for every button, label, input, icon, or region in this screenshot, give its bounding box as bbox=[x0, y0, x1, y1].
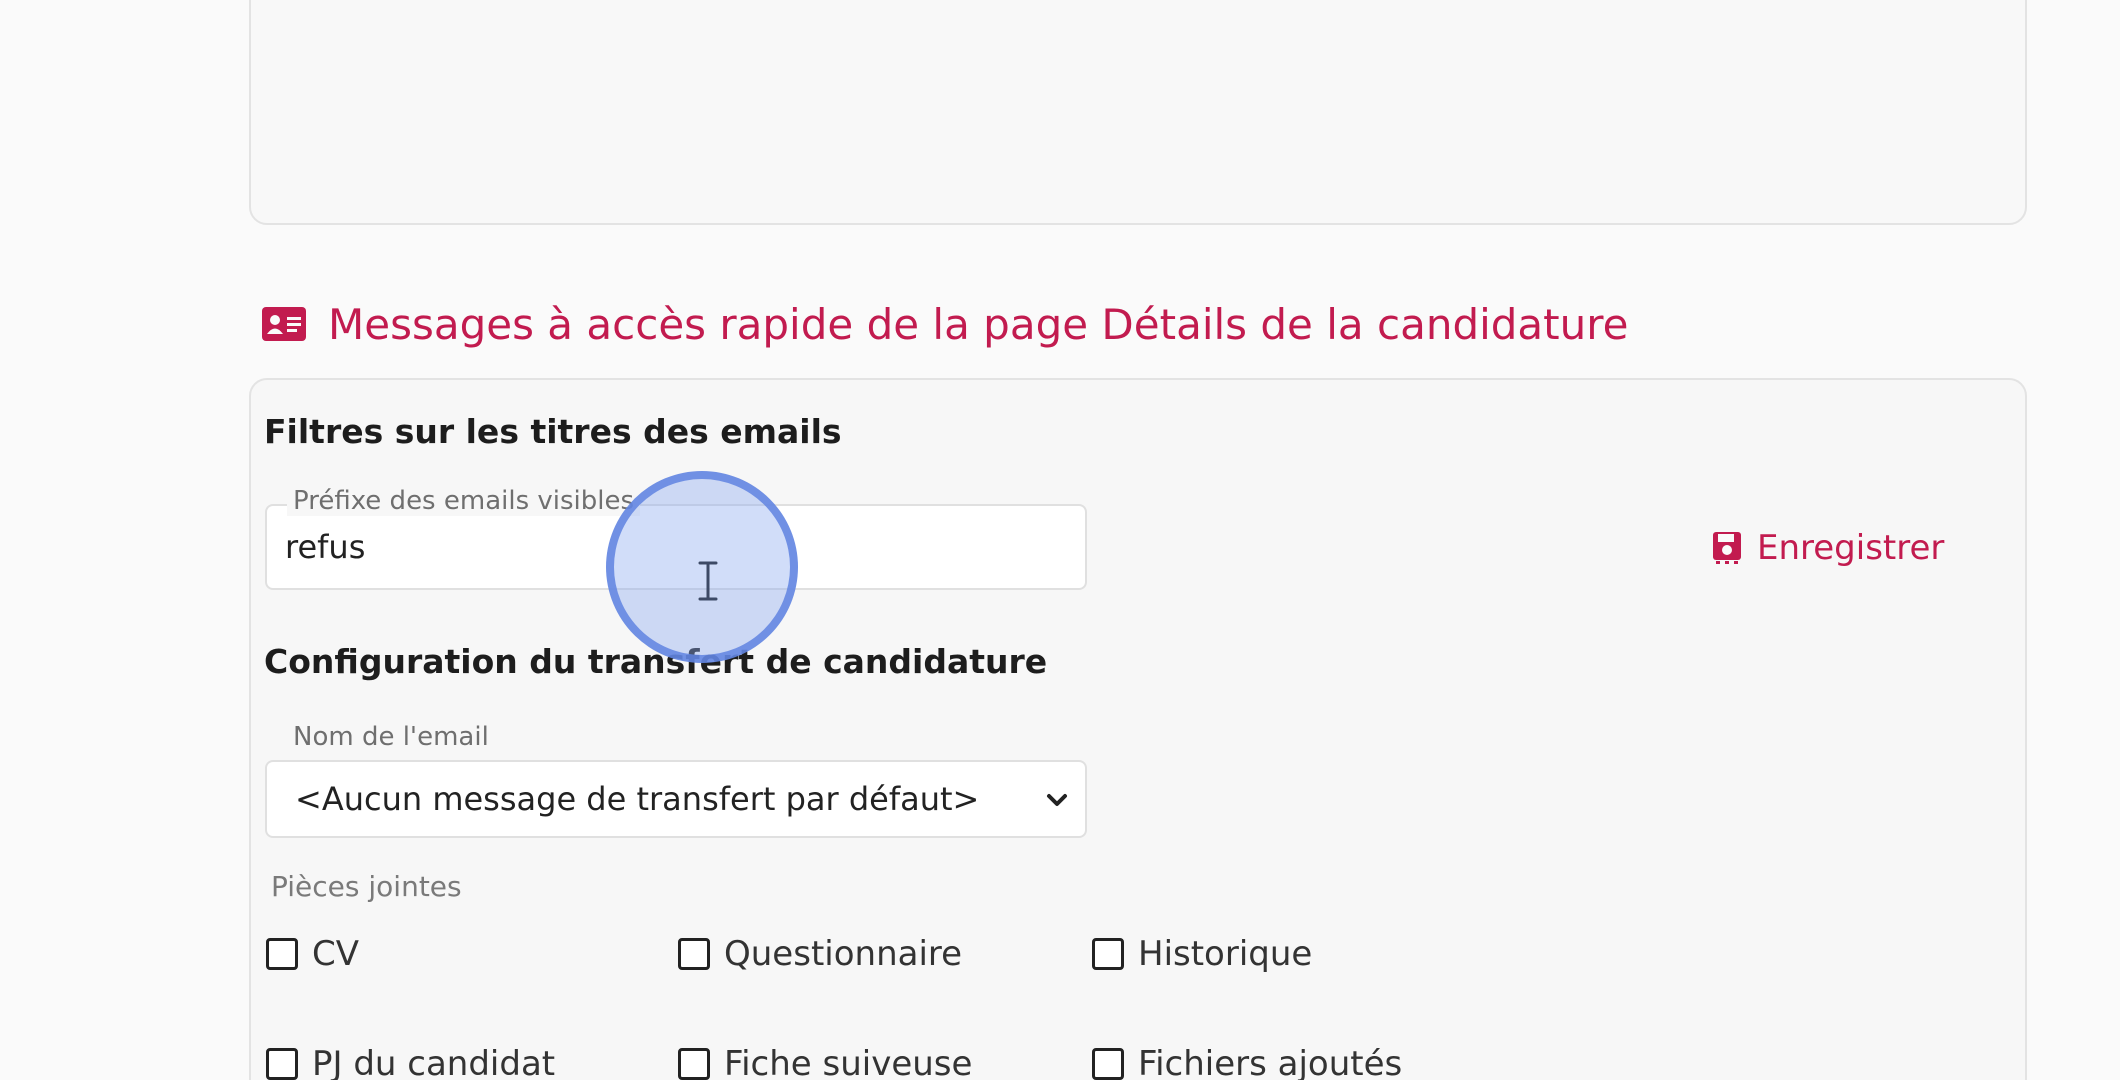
save-button[interactable]: Enregistrer bbox=[1713, 522, 1944, 574]
checkbox[interactable] bbox=[266, 938, 298, 970]
floppy-disk-icon bbox=[1713, 532, 1741, 564]
previous-section-panel bbox=[249, 0, 2027, 225]
attachment-label: Fiche suiveuse bbox=[724, 1044, 973, 1080]
attachments-label: Pièces jointes bbox=[271, 870, 462, 903]
prefix-input[interactable] bbox=[285, 522, 1065, 572]
page: Messages à accès rapide de la page Détai… bbox=[0, 0, 2120, 1080]
email-name-selected: <Aucun message de transfert par défaut> bbox=[295, 780, 980, 818]
section-title: Messages à accès rapide de la page Détai… bbox=[328, 299, 1629, 349]
email-name-label: Nom de l'email bbox=[293, 722, 489, 752]
attachment-label: Fichiers ajoutés bbox=[1138, 1044, 1403, 1080]
attachment-label: CV bbox=[312, 934, 359, 974]
email-name-select[interactable]: <Aucun message de transfert par défaut> bbox=[265, 760, 1087, 838]
checkbox[interactable] bbox=[678, 938, 710, 970]
section-heading: Messages à accès rapide de la page Détai… bbox=[262, 294, 1628, 354]
attachment-questionnaire[interactable]: Questionnaire bbox=[678, 934, 962, 974]
prefix-field: Préfixe des emails visibles bbox=[265, 486, 1087, 590]
attachment-label: Questionnaire bbox=[724, 934, 963, 974]
save-button-label: Enregistrer bbox=[1757, 528, 1945, 568]
attachment-label: PJ du candidat bbox=[312, 1044, 556, 1080]
attachment-cv[interactable]: CV bbox=[266, 934, 359, 974]
attachment-label: Historique bbox=[1138, 934, 1313, 974]
quick-messages-panel bbox=[249, 378, 2027, 1080]
chevron-down-icon bbox=[1047, 794, 1067, 806]
checkbox[interactable] bbox=[1092, 938, 1124, 970]
transfer-heading: Configuration du transfert de candidatur… bbox=[264, 642, 1048, 681]
attachment-fichiers-ajoutes[interactable]: Fichiers ajoutés bbox=[1092, 1044, 1402, 1080]
checkbox[interactable] bbox=[266, 1048, 298, 1080]
filters-heading: Filtres sur les titres des emails bbox=[264, 412, 842, 451]
attachment-fiche-suiveuse[interactable]: Fiche suiveuse bbox=[678, 1044, 972, 1080]
attachment-pj-candidat[interactable]: PJ du candidat bbox=[266, 1044, 555, 1080]
checkbox[interactable] bbox=[678, 1048, 710, 1080]
attachment-historique[interactable]: Historique bbox=[1092, 934, 1312, 974]
checkbox[interactable] bbox=[1092, 1048, 1124, 1080]
id-card-icon bbox=[262, 307, 306, 341]
prefix-field-label: Préfixe des emails visibles bbox=[287, 486, 641, 516]
